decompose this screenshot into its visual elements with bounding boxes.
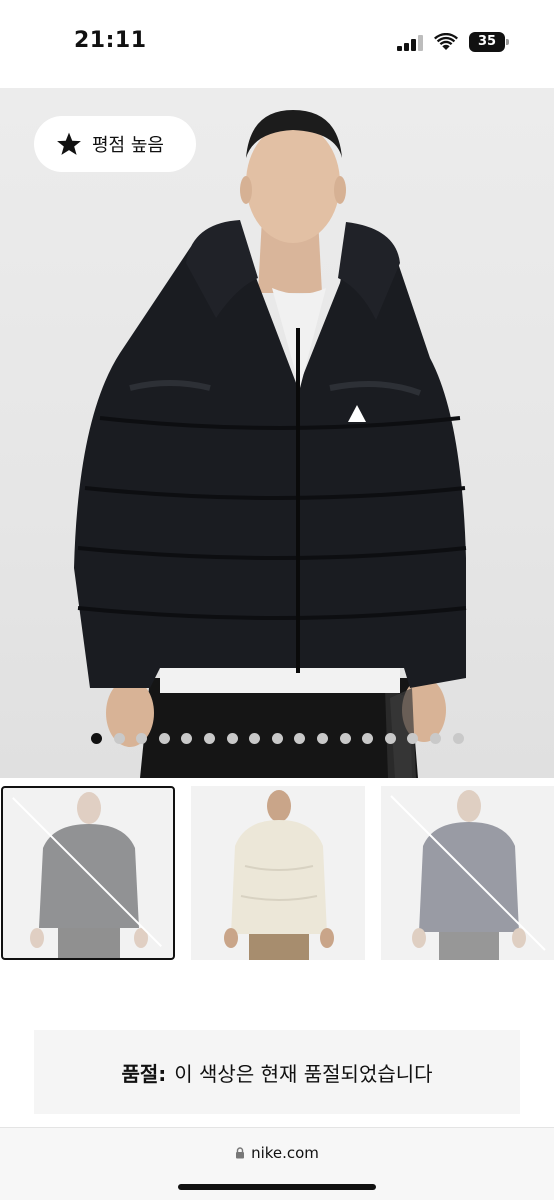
carousel-dot[interactable] (362, 733, 373, 744)
unavailable-slash-icon (12, 797, 162, 947)
carousel-dot[interactable] (159, 733, 170, 744)
browser-address-bar[interactable]: nike.com (0, 1127, 554, 1200)
product-hero-image[interactable]: 평점 높음 (0, 88, 554, 778)
lock-icon (236, 1147, 245, 1159)
cellular-signal-icon (397, 35, 425, 51)
carousel-dot[interactable] (249, 733, 260, 744)
model-photo (74, 110, 467, 778)
carousel-dot[interactable] (294, 733, 305, 744)
url-display[interactable]: nike.com (0, 1144, 554, 1162)
thumbnail-photo (224, 790, 334, 960)
carousel-dot[interactable] (407, 733, 418, 744)
carousel-dot[interactable] (453, 733, 464, 744)
carousel-dot[interactable] (136, 733, 147, 744)
color-thumbnail-black[interactable] (1, 786, 175, 960)
carousel-dot[interactable] (340, 733, 351, 744)
carousel-dot[interactable] (204, 733, 215, 744)
carousel-pagination[interactable] (0, 733, 554, 747)
home-indicator[interactable] (178, 1184, 376, 1190)
status-time: 21:11 (74, 28, 147, 53)
soldout-notice: 품절: 이 색상은 현재 품절되었습니다 (34, 1030, 520, 1114)
rating-badge: 평점 높음 (34, 116, 196, 172)
carousel-dot[interactable] (227, 733, 238, 744)
wifi-icon (434, 33, 458, 50)
carousel-dot[interactable] (114, 733, 125, 744)
color-thumbnail-cream[interactable] (191, 786, 365, 960)
carousel-dot[interactable] (272, 733, 283, 744)
status-bar: 21:11 35 (0, 0, 554, 88)
rating-badge-label: 평점 높음 (92, 135, 164, 156)
unavailable-slash-icon (390, 795, 546, 951)
carousel-dot[interactable] (430, 733, 441, 744)
star-icon (57, 132, 81, 155)
carousel-dot[interactable] (181, 733, 192, 744)
battery-level: 35 (469, 32, 505, 52)
url-text: nike.com (251, 1144, 319, 1162)
battery-icon: 35 (469, 32, 509, 52)
color-thumbnail-dark-navy[interactable] (381, 786, 554, 960)
soldout-label: 품절: (121, 1061, 167, 1086)
carousel-dot[interactable] (91, 733, 102, 744)
carousel-dot[interactable] (317, 733, 328, 744)
soldout-message: 이 색상은 현재 품절되었습니다 (174, 1061, 433, 1086)
carousel-dot[interactable] (385, 733, 396, 744)
